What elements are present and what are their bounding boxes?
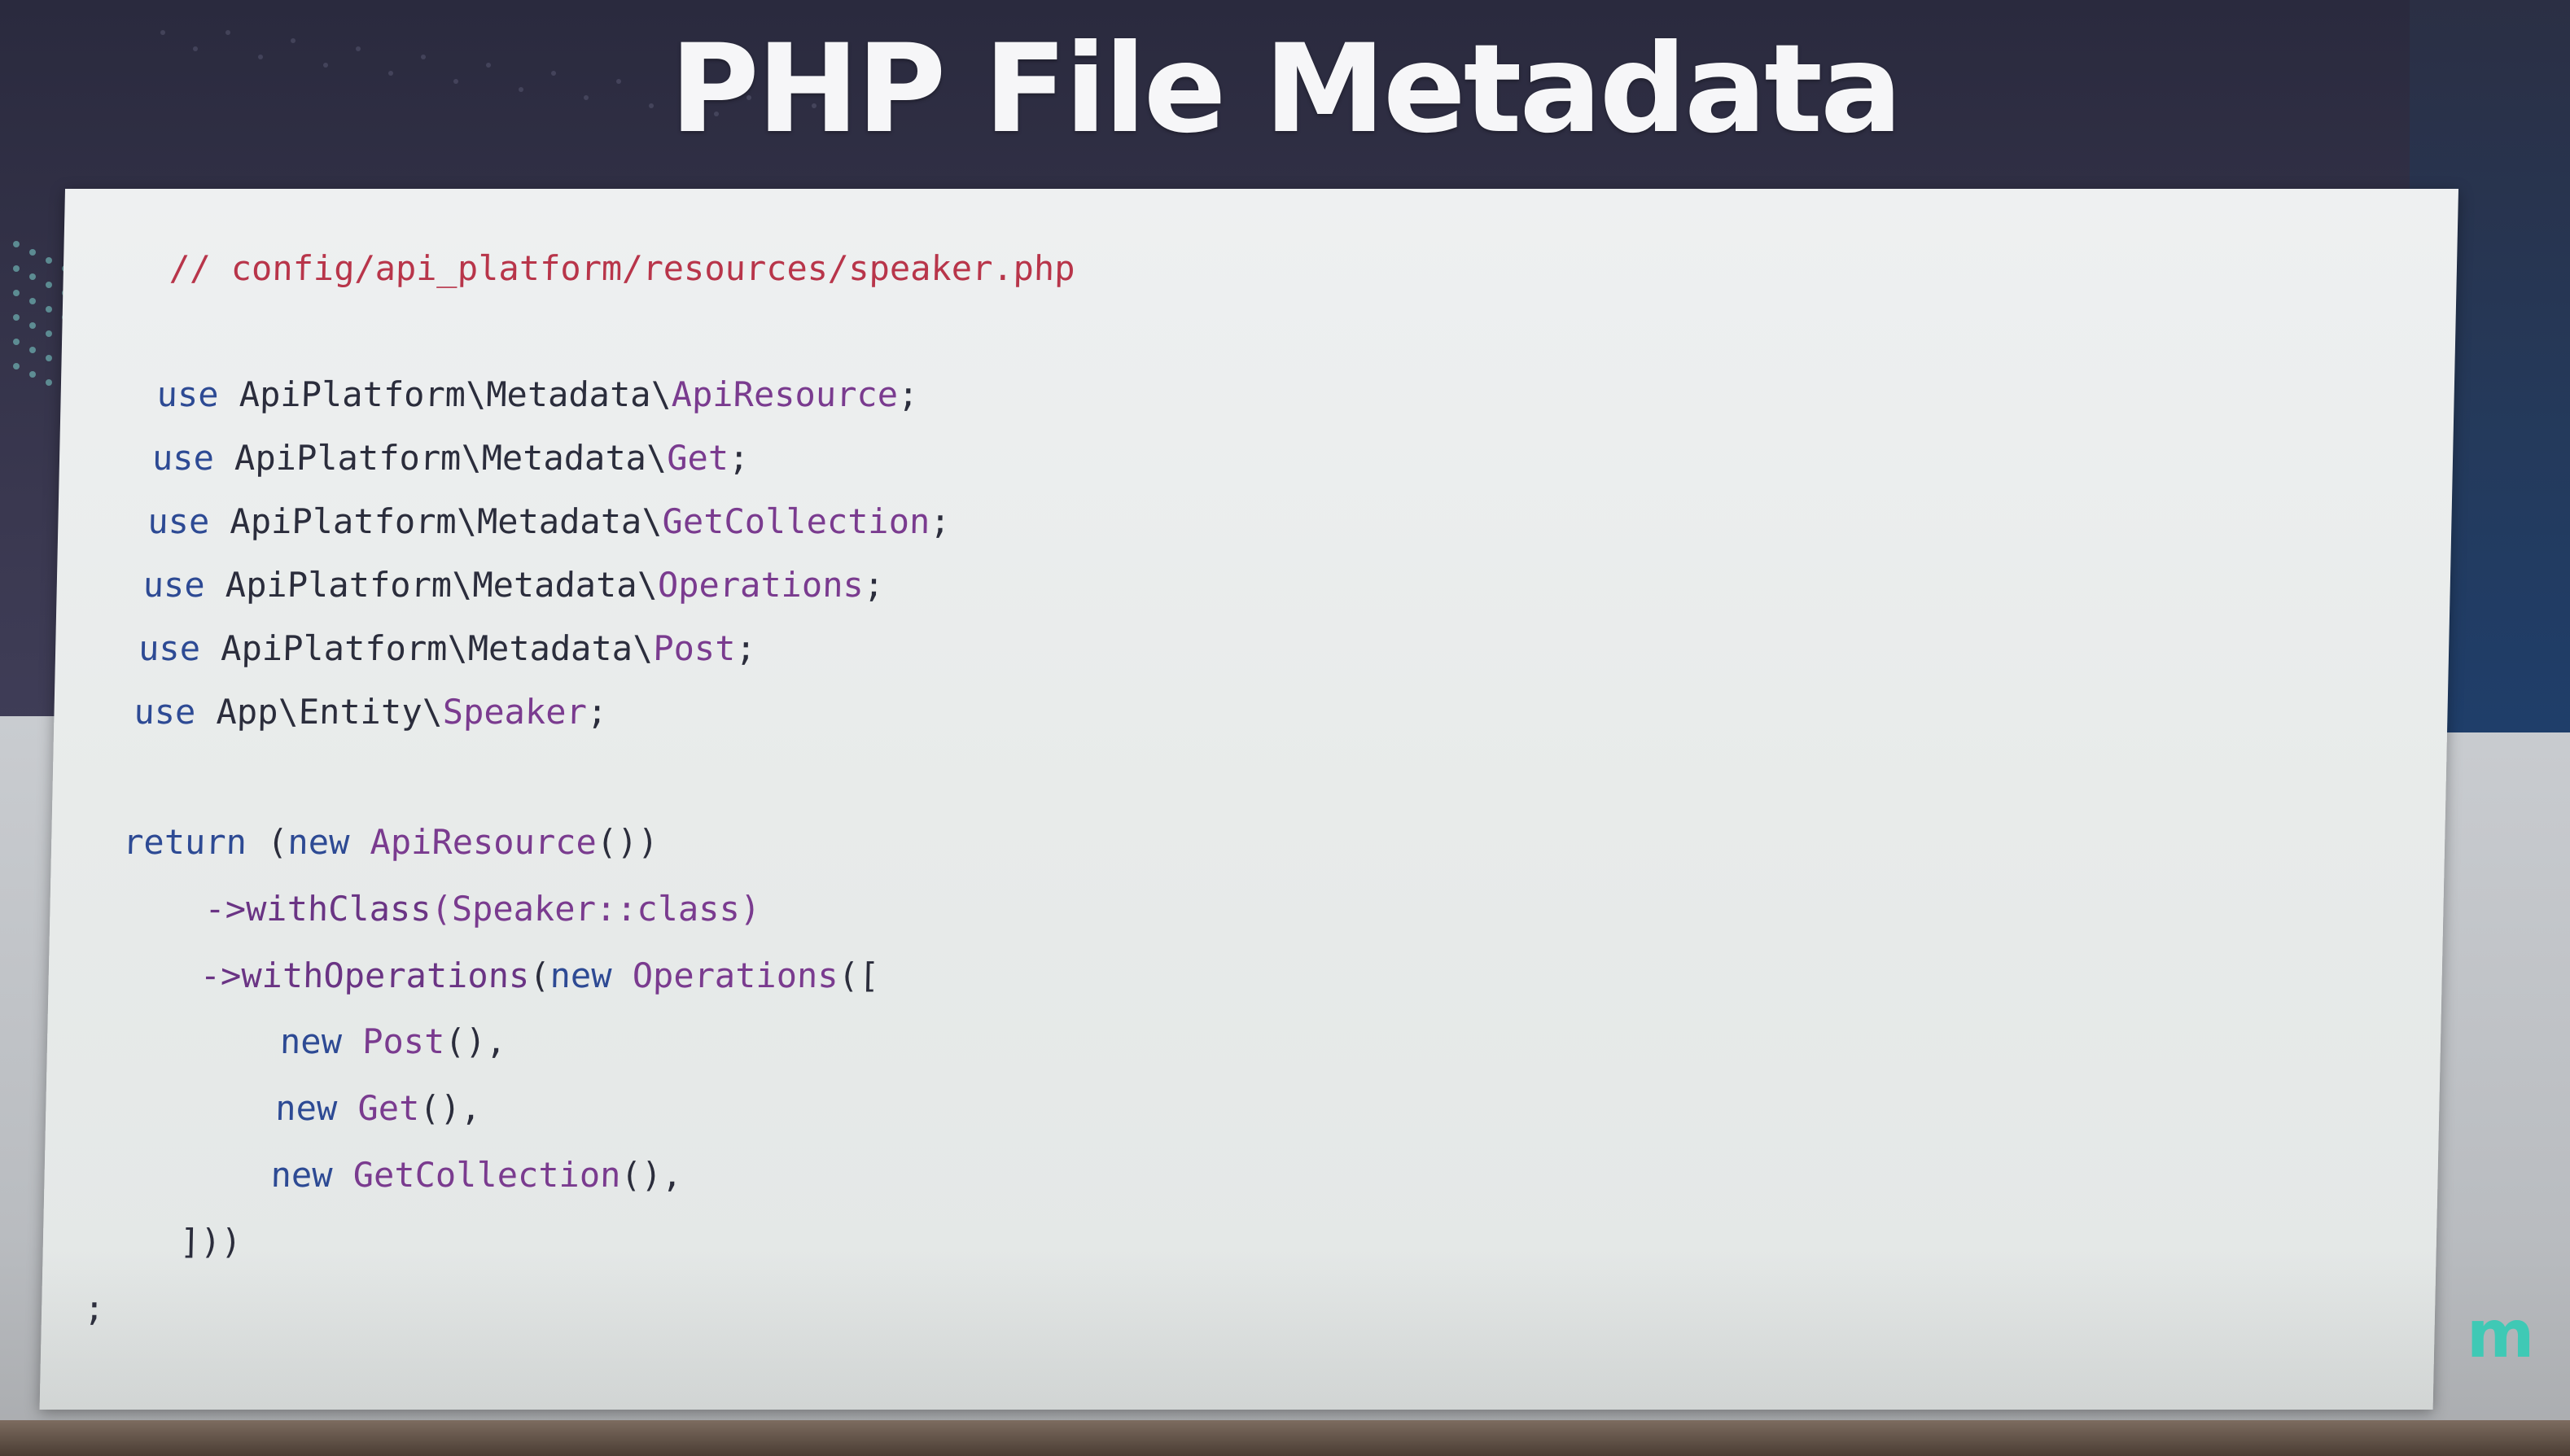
method-name: withClass: [245, 889, 432, 929]
arrow-operator: ->: [199, 955, 242, 995]
keyword-new: new: [549, 955, 613, 995]
class-name: Operations: [657, 565, 865, 605]
keyword-use: use: [151, 438, 215, 478]
namespace: App\Entity\: [216, 692, 444, 732]
class-name: Get: [357, 1088, 420, 1128]
method-name: withOperations: [240, 955, 530, 995]
punctuation: ;: [897, 374, 919, 414]
code-line-new-item: new GetCollection(),: [270, 1152, 683, 1198]
punctuation: ;: [863, 565, 885, 605]
punctuation: (: [528, 955, 551, 995]
punctuation: (),: [620, 1155, 683, 1195]
keyword-use: use: [147, 501, 210, 541]
punctuation: (),: [444, 1021, 507, 1061]
code-line-with-operations: ->withOperations(new Operations([: [199, 953, 880, 999]
namespace: ApiPlatform\Metadata\: [234, 438, 668, 478]
class-name: Get: [666, 438, 729, 478]
keyword-new: new: [274, 1088, 338, 1128]
class-name: GetCollection: [352, 1155, 622, 1195]
class-name: Speaker: [442, 692, 588, 732]
namespace: ApiPlatform\Metadata\: [230, 501, 663, 541]
punctuation: ;: [929, 501, 952, 541]
method-args: (Speaker::class): [431, 889, 761, 929]
keyword-new: new: [287, 822, 350, 862]
conference-logo: m: [2467, 1296, 2535, 1372]
arrow-operator: ->: [204, 889, 247, 929]
slide-title: PHP File Metadata: [669, 19, 1902, 160]
code-line-use: use App\Entity\Speaker;: [134, 689, 608, 735]
keyword-use: use: [142, 565, 206, 605]
punctuation: ;: [586, 692, 608, 732]
keyword-use: use: [156, 374, 220, 414]
class-name: Post: [361, 1021, 445, 1061]
code-comment: // config/api_platform/resources/speaker…: [169, 248, 1076, 288]
punctuation: ;: [734, 628, 757, 668]
class-name: ApiResource: [671, 374, 899, 414]
class-name: Post: [652, 628, 737, 668]
class-name: GetCollection: [662, 501, 930, 541]
code-line-new-item: new Get(),: [275, 1086, 482, 1131]
punctuation: ()): [596, 822, 659, 862]
keyword-use: use: [134, 692, 196, 732]
code-line-use: use ApiPlatform\Metadata\ApiResource;: [156, 372, 919, 418]
keyword-use: use: [138, 628, 201, 668]
code-line-with-class: ->withClass(Speaker::class): [204, 886, 761, 932]
code-line-use: use ApiPlatform\Metadata\Post;: [138, 626, 757, 671]
punctuation: (: [246, 822, 289, 862]
namespace: ApiPlatform\Metadata\: [220, 628, 654, 668]
namespace: ApiPlatform\Metadata\: [225, 565, 659, 605]
code-line-use: use ApiPlatform\Metadata\Operations;: [142, 562, 885, 608]
class-name: ApiResource: [370, 822, 598, 862]
keyword-new: new: [270, 1155, 333, 1195]
class-name: Operations: [632, 955, 839, 995]
code-line-use: use ApiPlatform\Metadata\GetCollection;: [147, 499, 951, 544]
code-card: // config/api_platform/resources/speaker…: [39, 189, 2458, 1410]
card-shadow: [39, 1247, 2436, 1410]
code-line-return: return (new ApiResource()): [123, 820, 659, 865]
keyword-return: return: [122, 822, 247, 862]
stage-floor: [0, 1420, 2570, 1456]
namespace: ApiPlatform\Metadata\: [239, 374, 672, 414]
code-line-use: use ApiPlatform\Metadata\Get;: [151, 435, 750, 481]
code-block: // config/api_platform/resources/speaker…: [40, 189, 2458, 1410]
punctuation: (),: [418, 1088, 482, 1128]
keyword-new: new: [279, 1021, 343, 1061]
punctuation: ;: [728, 438, 750, 478]
punctuation: ([: [838, 955, 880, 995]
code-line-new-item: new Post(),: [279, 1019, 507, 1065]
presentation-slide: PHP File Metadata // config/api_platform…: [0, 0, 2570, 1456]
